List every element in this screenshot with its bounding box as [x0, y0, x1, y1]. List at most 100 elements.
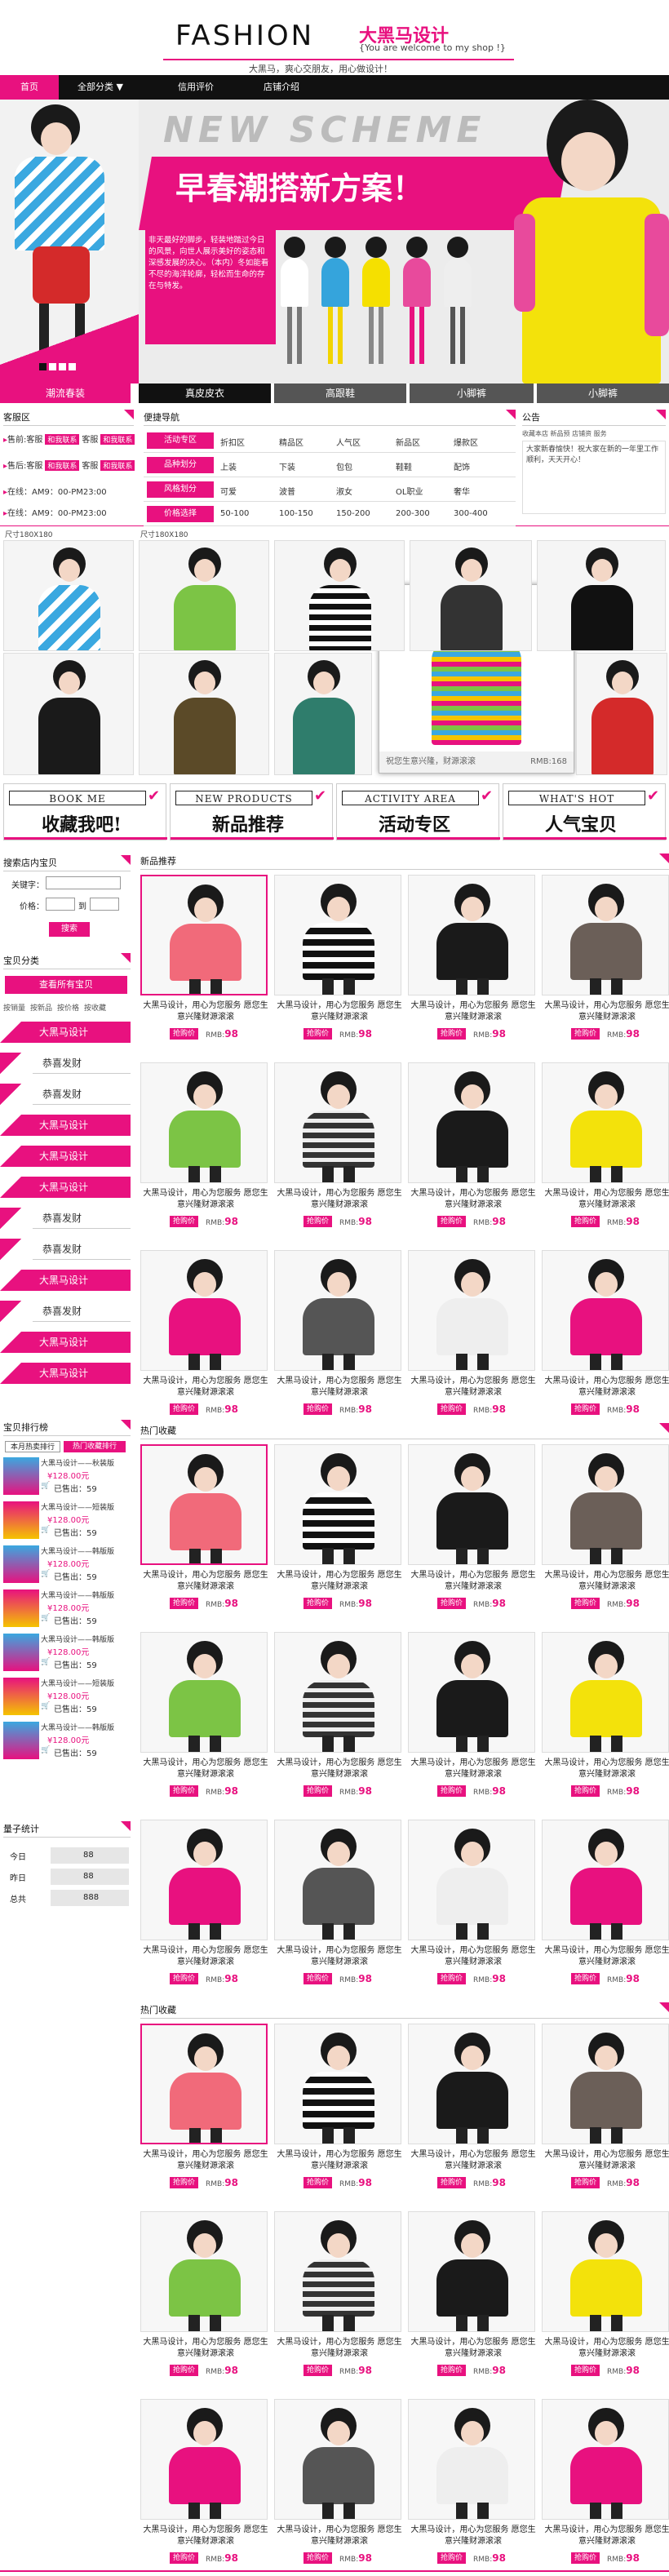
buy-button[interactable]: 抢购价: [571, 1973, 600, 1984]
buy-button[interactable]: 抢购价: [437, 1973, 467, 1984]
buy-button[interactable]: 抢购价: [571, 2177, 600, 2188]
quicknav-link[interactable]: 100-150: [279, 509, 313, 518]
quicknav-tag[interactable]: 价格选择: [147, 506, 214, 522]
product-card[interactable]: 大黑马设计，用心为您服务 愿您生意兴隆财源滚滚 抢购价 RMB:98: [140, 1062, 271, 1246]
buy-button[interactable]: 抢购价: [437, 1216, 467, 1227]
carousel-dot-2[interactable]: [49, 363, 56, 370]
quicknav-link[interactable]: 配饰: [454, 460, 470, 472]
ranking-item[interactable]: 大黑马设计——韩版版 ¥128.00元 🛒 已售出：59: [3, 1545, 127, 1586]
banner-tab-4[interactable]: 小脚裤: [410, 384, 534, 403]
banner-tab-2[interactable]: 真皮皮衣: [139, 384, 271, 403]
showcase-item[interactable]: [537, 540, 666, 651]
sort-by-new[interactable]: 按新品: [30, 1004, 52, 1013]
product-photo[interactable]: [408, 875, 535, 995]
quicknav-tag[interactable]: 风格划分: [147, 481, 214, 498]
category-item[interactable]: 恭喜发财: [0, 1084, 131, 1105]
carousel-dot-3[interactable]: [59, 363, 66, 370]
nav-about[interactable]: 店铺介绍: [249, 75, 314, 100]
product-photo[interactable]: [274, 875, 401, 995]
buy-button[interactable]: 抢购价: [303, 1216, 333, 1227]
buy-button[interactable]: 抢购价: [303, 1403, 333, 1415]
quicknav-link[interactable]: 折扣区: [220, 436, 245, 448]
category-sort-tabs[interactable]: 按销量 按新品 按价格 按收藏: [3, 1002, 131, 1013]
product-card[interactable]: 大黑马设计，用心为您服务 愿您生意兴隆财源滚滚 抢购价 RMB:98: [408, 2024, 538, 2207]
category-item[interactable]: 恭喜发财: [0, 1239, 131, 1260]
buy-button[interactable]: 抢购价: [437, 1785, 467, 1797]
quicknav-link[interactable]: 50-100: [220, 509, 249, 518]
buy-button[interactable]: 抢购价: [571, 2365, 600, 2376]
buy-button[interactable]: 抢购价: [303, 2177, 333, 2188]
product-card[interactable]: 大黑马设计，用心为您服务 愿您生意兴隆财源滚滚 抢购价 RMB:98: [542, 1820, 669, 2003]
product-photo[interactable]: [274, 2211, 401, 2332]
quicknav-link[interactable]: 300-400: [454, 509, 488, 518]
carousel-dots[interactable]: [39, 362, 76, 373]
buy-button[interactable]: 抢购价: [303, 2552, 333, 2564]
showcase-item[interactable]: [410, 540, 532, 651]
promo-box[interactable]: ACTIVITY AREA ✔ 活动专区: [336, 783, 500, 840]
buy-button[interactable]: 抢购价: [571, 1785, 600, 1797]
ranking-item[interactable]: 大黑马设计——韩版版 ¥128.00元 🛒 已售出：59: [3, 1589, 127, 1630]
showcase-item[interactable]: [139, 540, 269, 651]
product-photo[interactable]: [140, 2211, 268, 2332]
product-photo[interactable]: [408, 1820, 535, 1940]
showcase-item[interactable]: [139, 653, 269, 775]
nav-home[interactable]: 首页: [0, 75, 59, 100]
buy-button[interactable]: 抢购价: [303, 2365, 333, 2376]
category-item[interactable]: 大黑马设计: [0, 1022, 131, 1043]
buy-button[interactable]: 抢购价: [170, 2177, 199, 2188]
product-card[interactable]: 大黑马设计，用心为您服务 愿您生意兴隆财源滚滚 抢购价 RMB:98: [408, 1632, 538, 1816]
product-photo[interactable]: [408, 1632, 535, 1753]
product-card[interactable]: 大黑马设计，用心为您服务 愿您生意兴隆财源滚滚 抢购价 RMB:98: [408, 1062, 538, 1246]
category-item[interactable]: 恭喜发财: [0, 1208, 131, 1229]
product-card[interactable]: 大黑马设计，用心为您服务 愿您生意兴隆财源滚滚 抢购价 RMB:98: [542, 1632, 669, 1816]
price-min-input[interactable]: [46, 898, 75, 911]
product-photo[interactable]: [408, 1062, 535, 1183]
banner-tab-3[interactable]: 高跟鞋: [274, 384, 406, 403]
quicknav-link[interactable]: 人气区: [336, 436, 361, 448]
product-card[interactable]: 大黑马设计，用心为您服务 愿您生意兴隆财源滚滚 抢购价 RMB:98: [274, 1632, 405, 1816]
buy-button[interactable]: 抢购价: [170, 2365, 199, 2376]
product-photo[interactable]: [542, 1250, 669, 1371]
logo[interactable]: FASHION: [175, 20, 314, 52]
ranking-item[interactable]: 大黑马设计——韩版版 ¥128.00元 🛒 已售出：59: [3, 1722, 127, 1762]
quicknav-link[interactable]: 波普: [279, 485, 295, 497]
buy-button[interactable]: 抢购价: [437, 2365, 467, 2376]
buy-button[interactable]: 抢购价: [170, 1785, 199, 1797]
product-card[interactable]: 大黑马设计，用心为您服务 愿您生意兴隆财源滚滚 抢购价 RMB:98: [274, 1062, 405, 1246]
product-card[interactable]: 大黑马设计，用心为您服务 愿您生意兴隆财源滚滚 抢购价 RMB:98: [140, 1820, 271, 2003]
product-card[interactable]: 大黑马设计，用心为您服务 愿您生意兴隆财源滚滚 抢购价 RMB:98: [140, 2211, 271, 2395]
product-photo[interactable]: [274, 1820, 401, 1940]
product-photo[interactable]: [274, 1250, 401, 1371]
product-photo[interactable]: [140, 1632, 268, 1753]
contact-button[interactable]: 和我联系: [100, 434, 135, 445]
product-card[interactable]: 大黑马设计，用心为您服务 愿您生意兴隆财源滚滚 抢购价 RMB:98: [542, 1444, 669, 1628]
product-photo[interactable]: [140, 1250, 268, 1371]
ranking-tab-fav[interactable]: 热门收藏排行: [64, 1441, 126, 1452]
product-photo[interactable]: [542, 2024, 669, 2144]
showcase-item[interactable]: [3, 540, 134, 651]
nav-reviews[interactable]: 信用评价: [163, 75, 228, 100]
product-card[interactable]: 大黑马设计，用心为您服务 愿您生意兴隆财源滚滚 抢购价 RMB:98: [408, 875, 538, 1058]
product-card[interactable]: 大黑马设计，用心为您服务 愿您生意兴隆财源滚滚 抢购价 RMB:98: [140, 1632, 271, 1816]
search-button[interactable]: 搜索: [49, 922, 90, 937]
buy-button[interactable]: 抢购价: [170, 1403, 199, 1415]
category-item[interactable]: 大黑马设计: [0, 1270, 131, 1291]
product-card[interactable]: 大黑马设计，用心为您服务 愿您生意兴隆财源滚滚 抢购价 RMB:98: [140, 2024, 271, 2207]
product-card[interactable]: 大黑马设计，用心为您服务 愿您生意兴隆财源滚滚 抢购价 RMB:98: [274, 1250, 405, 1434]
ranking-item[interactable]: 大黑马设计——秋装版 ¥128.00元 🛒 已售出：59: [3, 1457, 127, 1498]
product-photo[interactable]: [140, 875, 268, 995]
category-item[interactable]: 大黑马设计: [0, 1363, 131, 1384]
product-card[interactable]: 大黑马设计，用心为您服务 愿您生意兴隆财源滚滚 抢购价 RMB:98: [408, 2399, 538, 2576]
product-card[interactable]: 大黑马设计，用心为您服务 愿您生意兴隆财源滚滚 抢购价 RMB:98: [408, 2211, 538, 2395]
quicknav-link[interactable]: 150-200: [336, 509, 370, 518]
product-photo[interactable]: [542, 875, 669, 995]
product-photo[interactable]: [408, 2399, 535, 2520]
product-card[interactable]: 大黑马设计，用心为您服务 愿您生意兴隆财源滚滚 抢购价 RMB:98: [274, 2399, 405, 2576]
buy-button[interactable]: 抢购价: [571, 1403, 600, 1415]
product-photo[interactable]: [408, 1250, 535, 1371]
buy-button[interactable]: 抢购价: [303, 1785, 333, 1797]
product-photo[interactable]: [274, 1062, 401, 1183]
view-all-button[interactable]: 查看所有宝贝: [5, 976, 127, 994]
buy-button[interactable]: 抢购价: [170, 1028, 199, 1040]
product-card[interactable]: 大黑马设计，用心为您服务 愿您生意兴隆财源滚滚 抢购价 RMB:98: [274, 2024, 405, 2207]
